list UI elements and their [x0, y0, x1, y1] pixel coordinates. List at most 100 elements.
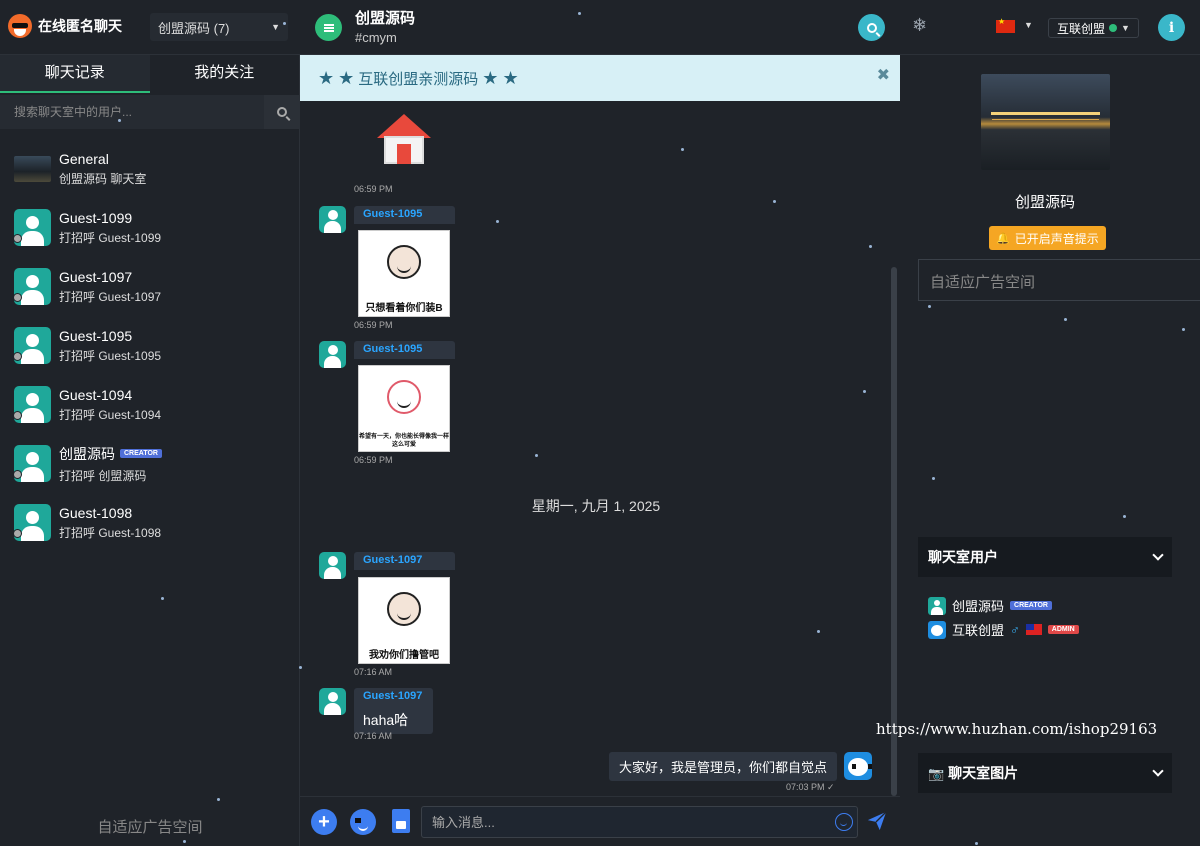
- conversation-item-general[interactable]: General 创盟源码 聊天室: [0, 139, 300, 198]
- message-bubble[interactable]: haha哈: [354, 706, 433, 734]
- search-icon: [866, 22, 877, 33]
- message-username[interactable]: Guest-1097: [354, 552, 455, 570]
- offline-status-dot: [13, 234, 22, 243]
- chat-scrollbar[interactable]: [891, 267, 897, 796]
- room-users-panel-header[interactable]: 聊天室用户: [918, 537, 1172, 577]
- message-time: 06:59 PM: [354, 184, 393, 194]
- app-logo-icon: [8, 14, 32, 38]
- message-username[interactable]: Guest-1097: [354, 688, 433, 706]
- star-icon: ★: [482, 67, 499, 88]
- snow-particle: [932, 477, 935, 480]
- snow-particle: [1182, 328, 1185, 331]
- sticker-image[interactable]: 希望有一天，你也能长得像我一样这么可爱: [358, 365, 450, 452]
- conversation-name: Guest-1094: [59, 386, 133, 403]
- snow-particle: [1064, 318, 1067, 321]
- user-avatar-icon[interactable]: [319, 206, 346, 233]
- send-icon[interactable]: [866, 810, 888, 832]
- conversation-item[interactable]: Guest-1094 打招呼 Guest-1094: [0, 375, 300, 434]
- image-upload-icon[interactable]: [392, 809, 410, 833]
- left-sidebar: 聊天记录 我的关注 General 创盟源码 聊天室 Guest-1099 打招…: [0, 55, 300, 846]
- emoji-icon[interactable]: [835, 813, 853, 831]
- message-input[interactable]: [421, 806, 858, 838]
- message-username[interactable]: Guest-1095: [354, 206, 455, 224]
- sound-notice-label: 已开启声音提示: [1014, 231, 1099, 246]
- conversation-preview: 打招呼 Guest-1095: [59, 348, 162, 363]
- message-username[interactable]: Guest-1095: [354, 341, 455, 359]
- add-button[interactable]: +: [311, 809, 337, 835]
- conversation-item[interactable]: Guest-1099 打招呼 Guest-1099: [0, 198, 300, 257]
- tab-following[interactable]: 我的关注: [150, 55, 300, 93]
- room-photo[interactable]: [981, 74, 1110, 170]
- panda-avatar-icon: [928, 620, 946, 639]
- pinned-text: 互联创盟亲测源码: [358, 70, 479, 88]
- chat-handle: #cmym: [355, 30, 397, 45]
- conversation-name: Guest-1095: [59, 327, 133, 344]
- user-search-button[interactable]: [264, 95, 300, 129]
- user-avatar-icon[interactable]: [319, 552, 346, 579]
- snow-particle: [578, 12, 581, 15]
- room-thumbnail: [14, 155, 51, 182]
- pinned-announcement: ★ ★ 互联创盟亲测源码 ★ ★ ✖: [300, 55, 900, 101]
- conversation-item[interactable]: 创盟源码 CREATOR 打招呼 创盟源码: [0, 434, 300, 493]
- message-time: 07:03 PM ✓: [786, 782, 835, 792]
- conversation-item[interactable]: Guest-1097 打招呼 Guest-1097: [0, 257, 300, 316]
- sticker-face-icon[interactable]: [350, 809, 376, 835]
- snowflake-icon[interactable]: ❄: [912, 15, 927, 36]
- own-message-bubble[interactable]: 大家好，我是管理员，你们都自觉点: [608, 752, 837, 781]
- conversation-preview: 创盟源码 聊天室: [59, 171, 147, 186]
- offline-status-dot: [13, 352, 22, 361]
- ad-space: 自适应广告空间: [97, 819, 203, 836]
- message-time: 06:59 PM: [354, 320, 393, 330]
- room-images-panel-header[interactable]: 📷 聊天室图片: [918, 753, 1172, 793]
- conversation-name: 创盟源码: [59, 445, 115, 462]
- conversation-name: General: [59, 150, 109, 167]
- conversation-name: Guest-1099: [59, 209, 133, 226]
- house-sticker[interactable]: [375, 112, 433, 170]
- sticker-image[interactable]: 只想看着你们装B: [358, 230, 450, 317]
- conversation-preview: 打招呼 Guest-1099: [59, 230, 162, 245]
- message-time: 07:16 AM: [354, 667, 393, 677]
- panda-avatar-icon[interactable]: [844, 752, 872, 780]
- user-search-input[interactable]: [0, 95, 264, 129]
- chevron-down-icon: [1152, 765, 1164, 777]
- room-users-title: 聊天室用户: [928, 549, 998, 565]
- conversation-item[interactable]: Guest-1098 打招呼 Guest-1098: [0, 493, 300, 552]
- snow-particle: [773, 200, 776, 203]
- menu-toggle-button[interactable]: [315, 14, 342, 41]
- snow-particle: [535, 454, 538, 457]
- sticker-image[interactable]: 我劝你们撸管吧: [358, 577, 450, 664]
- tab-chat-history[interactable]: 聊天记录: [0, 55, 150, 93]
- user-avatar-icon[interactable]: [319, 688, 346, 715]
- snow-particle: [217, 798, 220, 801]
- user-menu[interactable]: 互联创盟 ▼: [1048, 18, 1139, 38]
- room-user-item[interactable]: 互联创盟 ♂ ADMIN: [928, 620, 1079, 639]
- room-selector[interactable]: 创盟源码 (7) ▼: [150, 13, 288, 41]
- close-icon[interactable]: ✖: [877, 65, 890, 85]
- conversation-preview: 打招呼 Guest-1094: [59, 407, 162, 422]
- snow-particle: [1123, 515, 1126, 518]
- star-icon: ★: [318, 67, 335, 88]
- app-title: 在线匿名聊天: [38, 18, 122, 34]
- online-status-dot: [1109, 24, 1118, 32]
- room-user-item[interactable]: 创盟源码 CREATOR: [928, 596, 1052, 615]
- info-button[interactable]: i: [1158, 14, 1185, 41]
- offline-status-dot: [13, 470, 22, 479]
- snow-particle: [869, 245, 872, 248]
- conversation-item[interactable]: Guest-1095 打招呼 Guest-1095: [0, 316, 300, 375]
- conversation-preview: 打招呼 Guest-1098: [59, 525, 162, 540]
- conversation-list: General 创盟源码 聊天室 Guest-1099 打招呼 Guest-10…: [0, 139, 300, 552]
- sound-notice-toggle[interactable]: 🔔 已开启声音提示: [989, 226, 1106, 250]
- snow-particle: [928, 305, 931, 308]
- room-user-name: 互联创盟: [952, 623, 1005, 638]
- brand[interactable]: 在线匿名聊天: [8, 14, 122, 38]
- offline-status-dot: [13, 529, 22, 538]
- china-flag-icon[interactable]: [996, 17, 1015, 33]
- camera-icon: 📷: [928, 766, 945, 781]
- caret-down-icon[interactable]: ▼: [1024, 20, 1033, 30]
- snow-particle: [283, 22, 286, 25]
- user-avatar-icon[interactable]: [319, 341, 346, 368]
- snow-particle: [299, 666, 302, 669]
- room-images-title: 聊天室图片: [948, 765, 1019, 781]
- search-button[interactable]: [858, 14, 885, 41]
- offline-status-dot: [13, 411, 22, 420]
